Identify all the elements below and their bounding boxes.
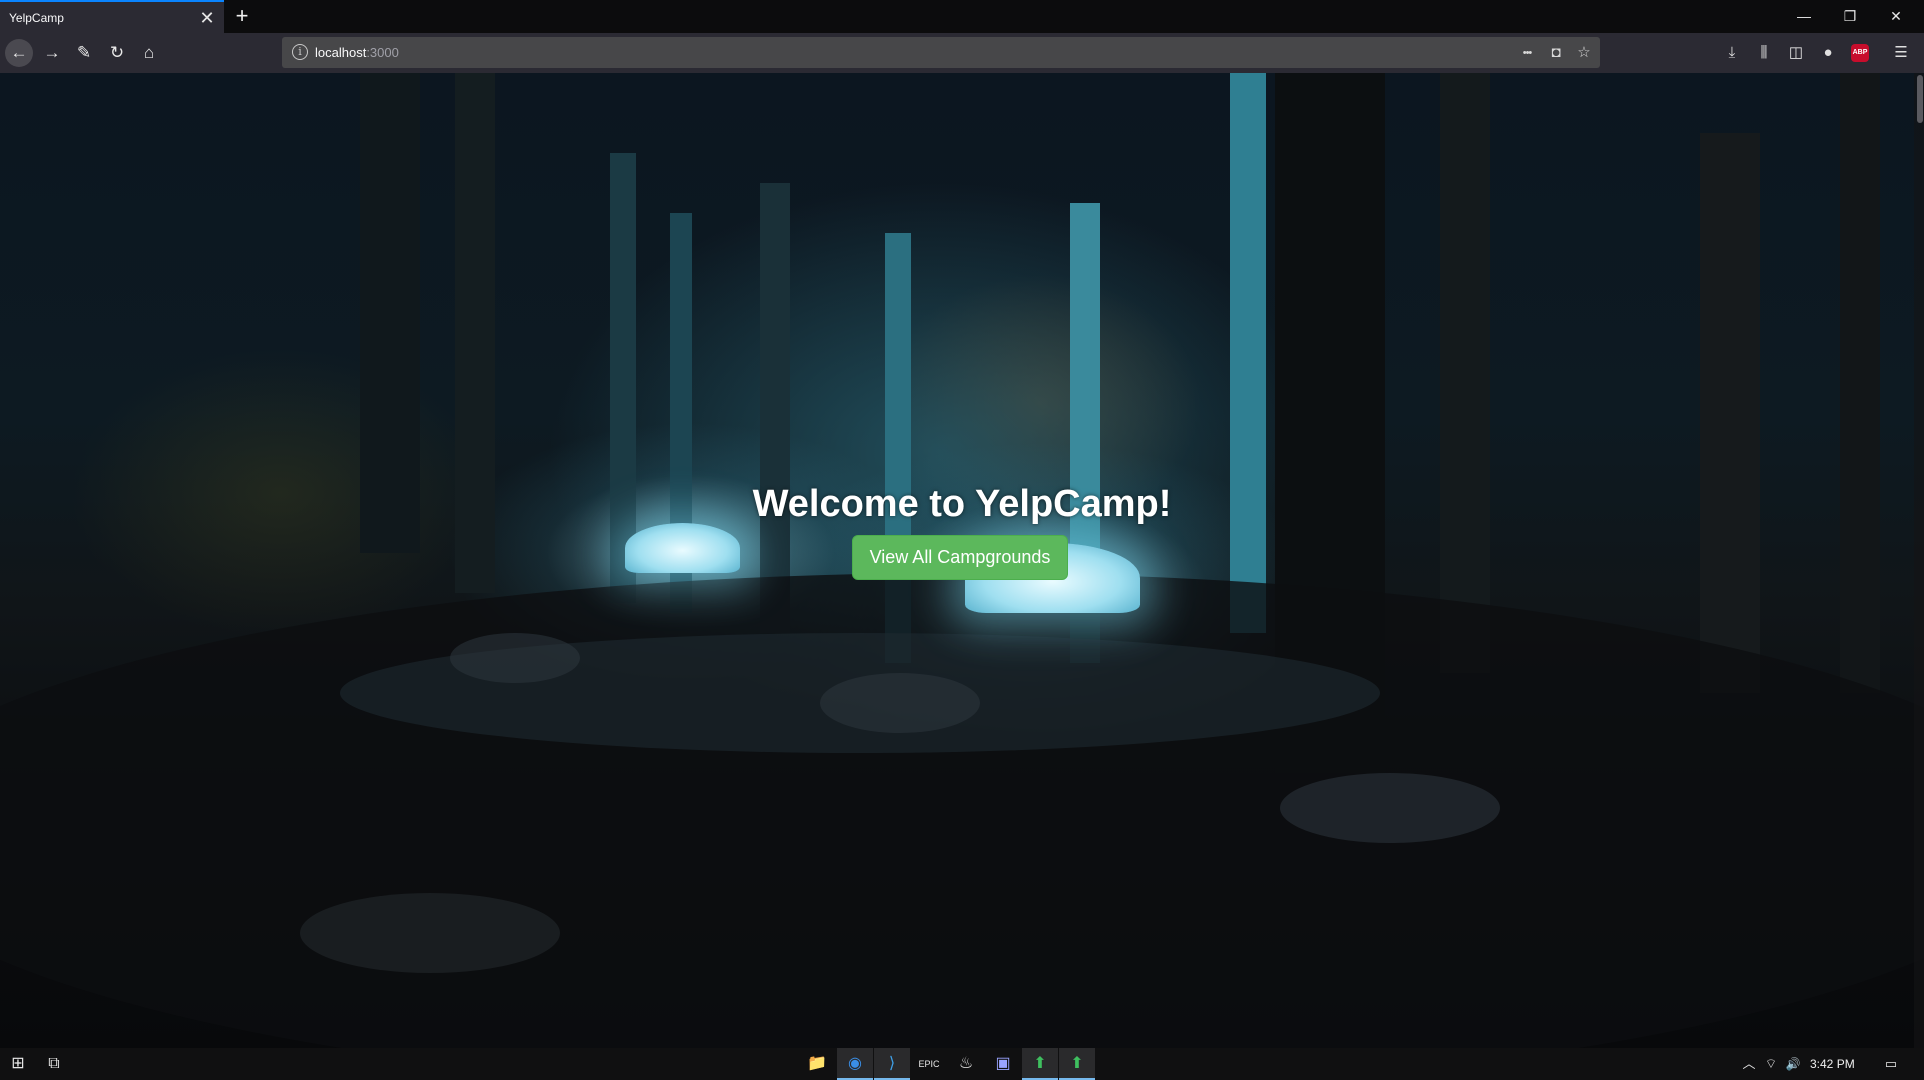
new-tab-button[interactable]: +	[229, 3, 255, 29]
task-view-icon[interactable]: ⧉	[36, 1048, 72, 1080]
tab-close-icon[interactable]: ✕	[196, 7, 218, 29]
landing-page: Welcome to YelpCamp! View All Campground…	[0, 73, 1924, 1048]
rock	[300, 893, 560, 973]
downloads-icon[interactable]: ⤓	[1718, 39, 1746, 67]
vscode-icon[interactable]: ⟩	[874, 1048, 910, 1080]
minimize-button[interactable]: —	[1781, 0, 1827, 33]
page-title: Welcome to YelpCamp!	[752, 483, 1172, 525]
tray-chevron-icon[interactable]: ︿	[1738, 1048, 1760, 1080]
rock	[1280, 773, 1500, 843]
restore-button[interactable]: ❐	[1827, 0, 1873, 33]
wrench-icon[interactable]: ✎	[70, 39, 98, 67]
tab-yelpcamp[interactable]: YelpCamp ✕	[0, 0, 224, 33]
back-icon[interactable]: ←	[5, 39, 33, 67]
page-actions-icon[interactable]: •••	[1515, 41, 1539, 65]
volume-icon[interactable]: 🔊	[1782, 1048, 1804, 1080]
firefox-icon[interactable]: ◉	[837, 1048, 873, 1080]
account-icon[interactable]: ●	[1814, 39, 1842, 67]
steam-icon[interactable]: ♨	[948, 1048, 984, 1080]
terminal-app-icon[interactable]: ⬆	[1022, 1048, 1058, 1080]
start-icon[interactable]: ⊞	[0, 1048, 36, 1080]
tent	[625, 523, 740, 573]
view-all-campgrounds-button[interactable]: View All Campgrounds	[852, 535, 1068, 580]
tree-trunk	[760, 183, 790, 633]
discord-icon[interactable]: ▣	[985, 1048, 1021, 1080]
epic-games-icon[interactable]: EPIC	[911, 1048, 947, 1080]
url-port: :3000	[366, 45, 399, 60]
tree-trunk	[360, 73, 420, 553]
nav-bar: ← → ✎ ↻ ⌂ i localhost:3000 ••• ◘ ☆ ⤓ ⫼ ◫…	[0, 33, 1924, 73]
bookmark-star-icon[interactable]: ☆	[1572, 41, 1596, 65]
taskbar: ⊞ ⧉ 📁 ◉ ⟩ EPIC ♨ ▣ ⬆ ⬆ ︿ ⌔ 🔊 3:42 PM ▭	[0, 1048, 1924, 1080]
rock	[450, 633, 580, 683]
library-icon[interactable]: ⫼	[1750, 39, 1778, 67]
url-text[interactable]: localhost:3000	[315, 45, 399, 60]
site-info-icon[interactable]: i	[292, 44, 308, 60]
scrollbar-thumb[interactable]	[1917, 75, 1923, 123]
tree-trunk	[1700, 133, 1760, 693]
forward-icon[interactable]: →	[38, 39, 66, 67]
tab-strip: YelpCamp ✕ + — ❐ ✕	[0, 0, 1924, 33]
file-explorer-icon[interactable]: 📁	[799, 1048, 835, 1080]
terminal-app-icon-2[interactable]: ⬆	[1059, 1048, 1095, 1080]
url-bar[interactable]: i localhost:3000 ••• ◘ ☆	[282, 37, 1600, 68]
pocket-icon[interactable]: ◘	[1544, 41, 1568, 65]
menu-icon[interactable]: ☰	[1887, 39, 1915, 67]
sidebar-icon[interactable]: ◫	[1782, 39, 1810, 67]
network-icon[interactable]: ⌔	[1760, 1048, 1782, 1080]
rock	[820, 673, 980, 733]
home-icon[interactable]: ⌂	[135, 39, 163, 67]
tree-trunk	[1230, 73, 1266, 633]
reload-icon[interactable]: ↻	[103, 39, 131, 67]
clock[interactable]: 3:42 PM	[1810, 1057, 1855, 1071]
tree-trunk	[1440, 73, 1490, 673]
notifications-icon[interactable]: ▭	[1876, 1048, 1906, 1080]
scrollbar[interactable]	[1914, 73, 1924, 1048]
adblock-plus-icon[interactable]: ABP	[1851, 44, 1869, 62]
url-host: localhost	[315, 45, 367, 60]
tab-title: YelpCamp	[9, 11, 64, 25]
close-window-button[interactable]: ✕	[1873, 0, 1919, 33]
tree-trunk	[1840, 73, 1880, 693]
